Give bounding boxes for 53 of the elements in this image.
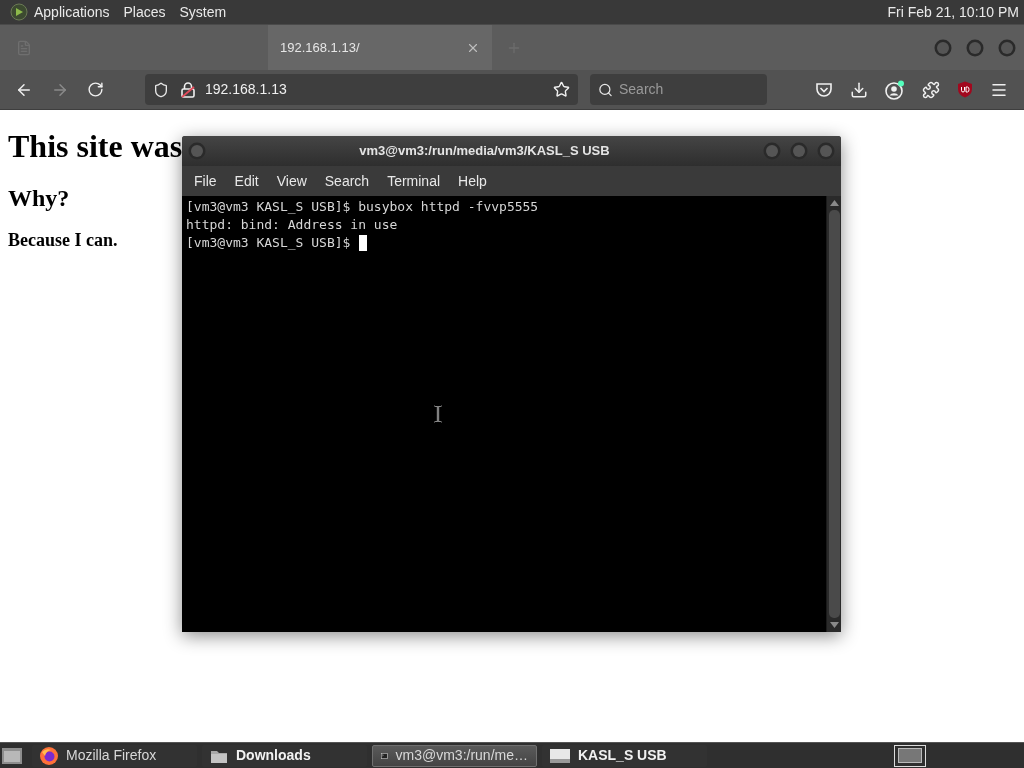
reload-icon[interactable] [87,81,104,98]
search-input[interactable]: Search [619,79,759,100]
search-icon [598,81,613,98]
workspace-thumbnail [898,748,922,763]
drive-icon [550,748,570,763]
address-text: 192.168.1.13 [205,80,288,99]
terminal-menu[interactable]: Terminal [378,170,450,192]
scrollbar-thumb[interactable] [828,210,840,618]
terminal-menu[interactable]: Edit [225,170,268,192]
extensions-icon[interactable] [922,80,940,99]
terminal-menu[interactable]: View [267,170,316,192]
browser-icon [40,746,58,765]
page-subheading: Why? [8,184,70,212]
download-icon[interactable] [850,80,868,99]
terminal-body[interactable]: [vm3@vm3 KASL_S USB]$ busybox httpd -fvvp5555 httpd: bind: Address in use [vm3@vm3 KASL_S USB]$ [182,196,826,632]
window-title: Mozilla Firefox [66,746,157,765]
page-heading: This site was [8,128,183,165]
terminal-menu[interactable]: Search [315,170,379,192]
tab-title: 192.168.1.13/ [280,38,360,57]
close-button[interactable] [998,38,1016,57]
panel-menu[interactable]: System [177,1,229,23]
menu-logo-icon[interactable] [10,3,28,21]
maximize-button[interactable] [966,38,984,57]
shield-icon[interactable] [153,81,169,98]
scroll-down-icon[interactable] [829,622,839,628]
window-title: vm3@vm3:/run/me… [395,746,528,765]
terminal-menu[interactable]: Help [449,170,496,192]
panel-menu[interactable]: Applications [32,1,112,23]
workspace-switcher[interactable] [894,744,926,767]
terminal-title: vm3@vm3:/run/media/vm3/KASL_S USB [358,142,611,161]
terminal-line: httpd: bind: Address in use [186,216,398,234]
panel-menu[interactable]: Places [121,1,168,23]
scroll-up-icon[interactable] [829,200,839,206]
broken-lock-icon[interactable] [181,81,195,98]
pocket-icon[interactable] [815,81,833,98]
terminal-line: [vm3@vm3 KASL_S USB]$ [186,234,351,252]
window-title: KASL_S USB [578,746,667,765]
shield-badge-icon[interactable] [957,81,973,98]
minimize-button[interactable] [934,38,952,57]
account-icon[interactable] [885,79,905,100]
browser-tab[interactable]: 192.168.1.13/ [268,25,492,70]
bookmark-star-icon[interactable] [553,81,570,98]
show-desktop-icon[interactable] [1,745,23,766]
terminal-line: [vm3@vm3 KASL_S USB]$ busybox httpd -fvvp5555 [186,198,539,216]
address-field[interactable]: 192.168.1.13 [145,74,578,105]
page-text: Because I can. [8,230,118,251]
i-beam-pointer-icon [434,405,442,423]
window-title: Downloads [236,746,311,765]
terminal-scrollbar[interactable] [826,196,841,632]
panel-clock[interactable]: Fri Feb 21, 10:10 PM [887,1,1019,23]
taskbar-window-button[interactable]: vm3@vm3:/run/me… [372,744,537,767]
search-field[interactable]: Search [590,74,767,105]
terminal-menu[interactable]: File [185,170,226,192]
